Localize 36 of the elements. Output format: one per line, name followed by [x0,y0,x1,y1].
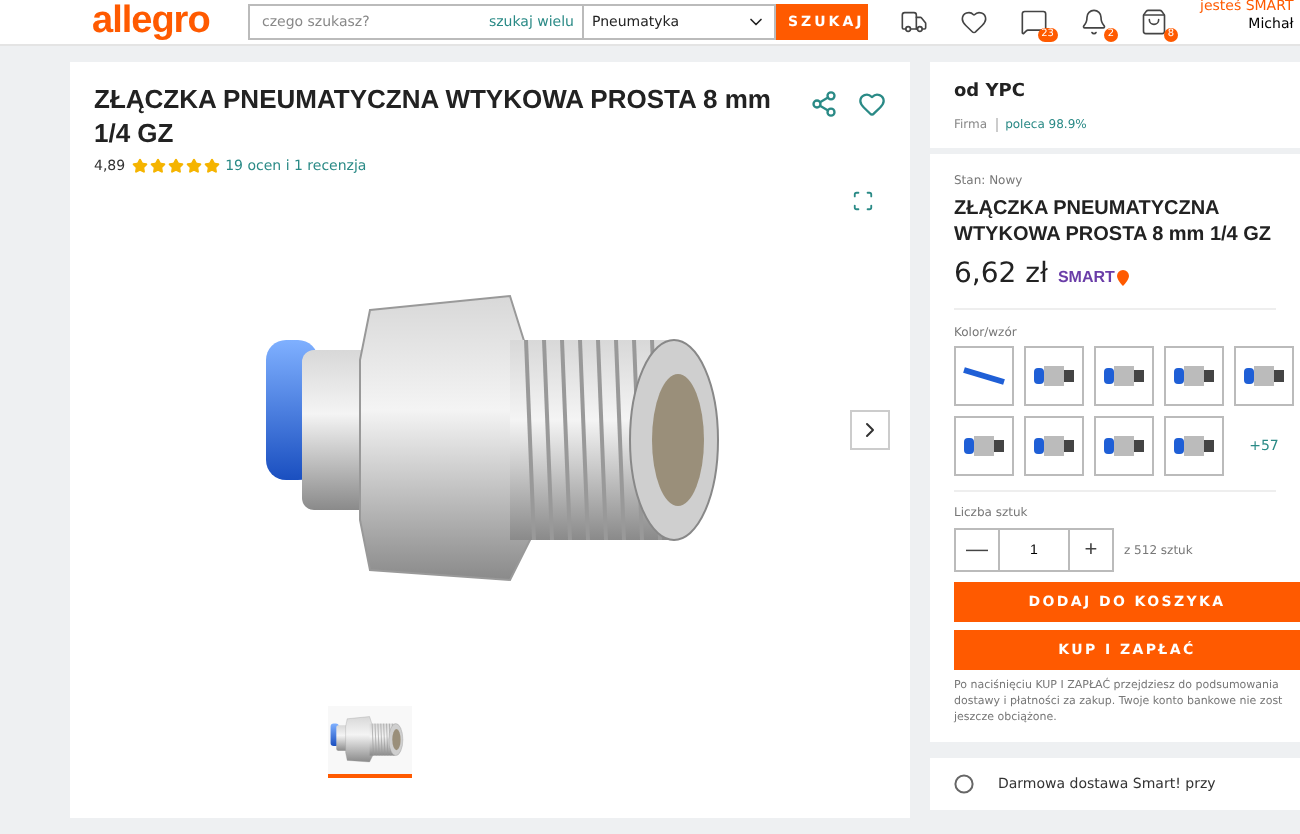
fitting-photo [1102,362,1146,390]
image-thumbnail[interactable] [328,706,412,778]
variant-tile[interactable] [1094,346,1154,406]
fitting-photo [1032,362,1076,390]
variant-tile[interactable] [1094,416,1154,476]
fitting-photo [1172,432,1216,460]
pin-icon [1116,269,1131,285]
zoom-icon[interactable] [852,190,874,212]
offer-title: ZŁĄCZKA PNEUMATYCZNA WTYKOWA PROSTA 8 mm 1/4 GZ [954,196,1274,248]
variant-tile[interactable] [954,346,1014,406]
variant-tile[interactable] [1024,346,1084,406]
variant-tile[interactable] [1164,346,1224,406]
fitting-photo [1172,362,1216,390]
info-icon [954,774,974,794]
fitting-photo [1242,362,1286,390]
truck-icon[interactable] [900,8,928,36]
smart-logo: SMART [1057,268,1131,286]
variant-tile[interactable] [1164,416,1224,476]
next-image-button[interactable] [850,410,890,450]
product-title: ZŁĄCZKA PNEUMATYCZNA WTYKOWA PROSTA 8 mm 1/4 GZ [94,82,773,150]
fitting-photo [1032,432,1076,460]
heart-icon[interactable] [960,8,988,36]
bell-icon[interactable] [1080,8,1108,36]
variant-tile[interactable] [1024,416,1084,476]
variant-tile[interactable] [954,416,1014,476]
logo[interactable]: allegro [92,0,236,44]
price: 6,62 zł [954,258,1048,290]
fitting-photo [1102,432,1146,460]
fitting-photo [962,432,1006,460]
heart-icon[interactable] [858,90,886,118]
bag-icon[interactable] [1140,8,1168,36]
seller-name: od YPC [954,82,1027,102]
tube-photo [960,366,1008,386]
share-icon[interactable] [810,90,838,118]
variant-tile[interactable] [1234,346,1294,406]
pneumatic-fitting-photo [328,714,405,766]
